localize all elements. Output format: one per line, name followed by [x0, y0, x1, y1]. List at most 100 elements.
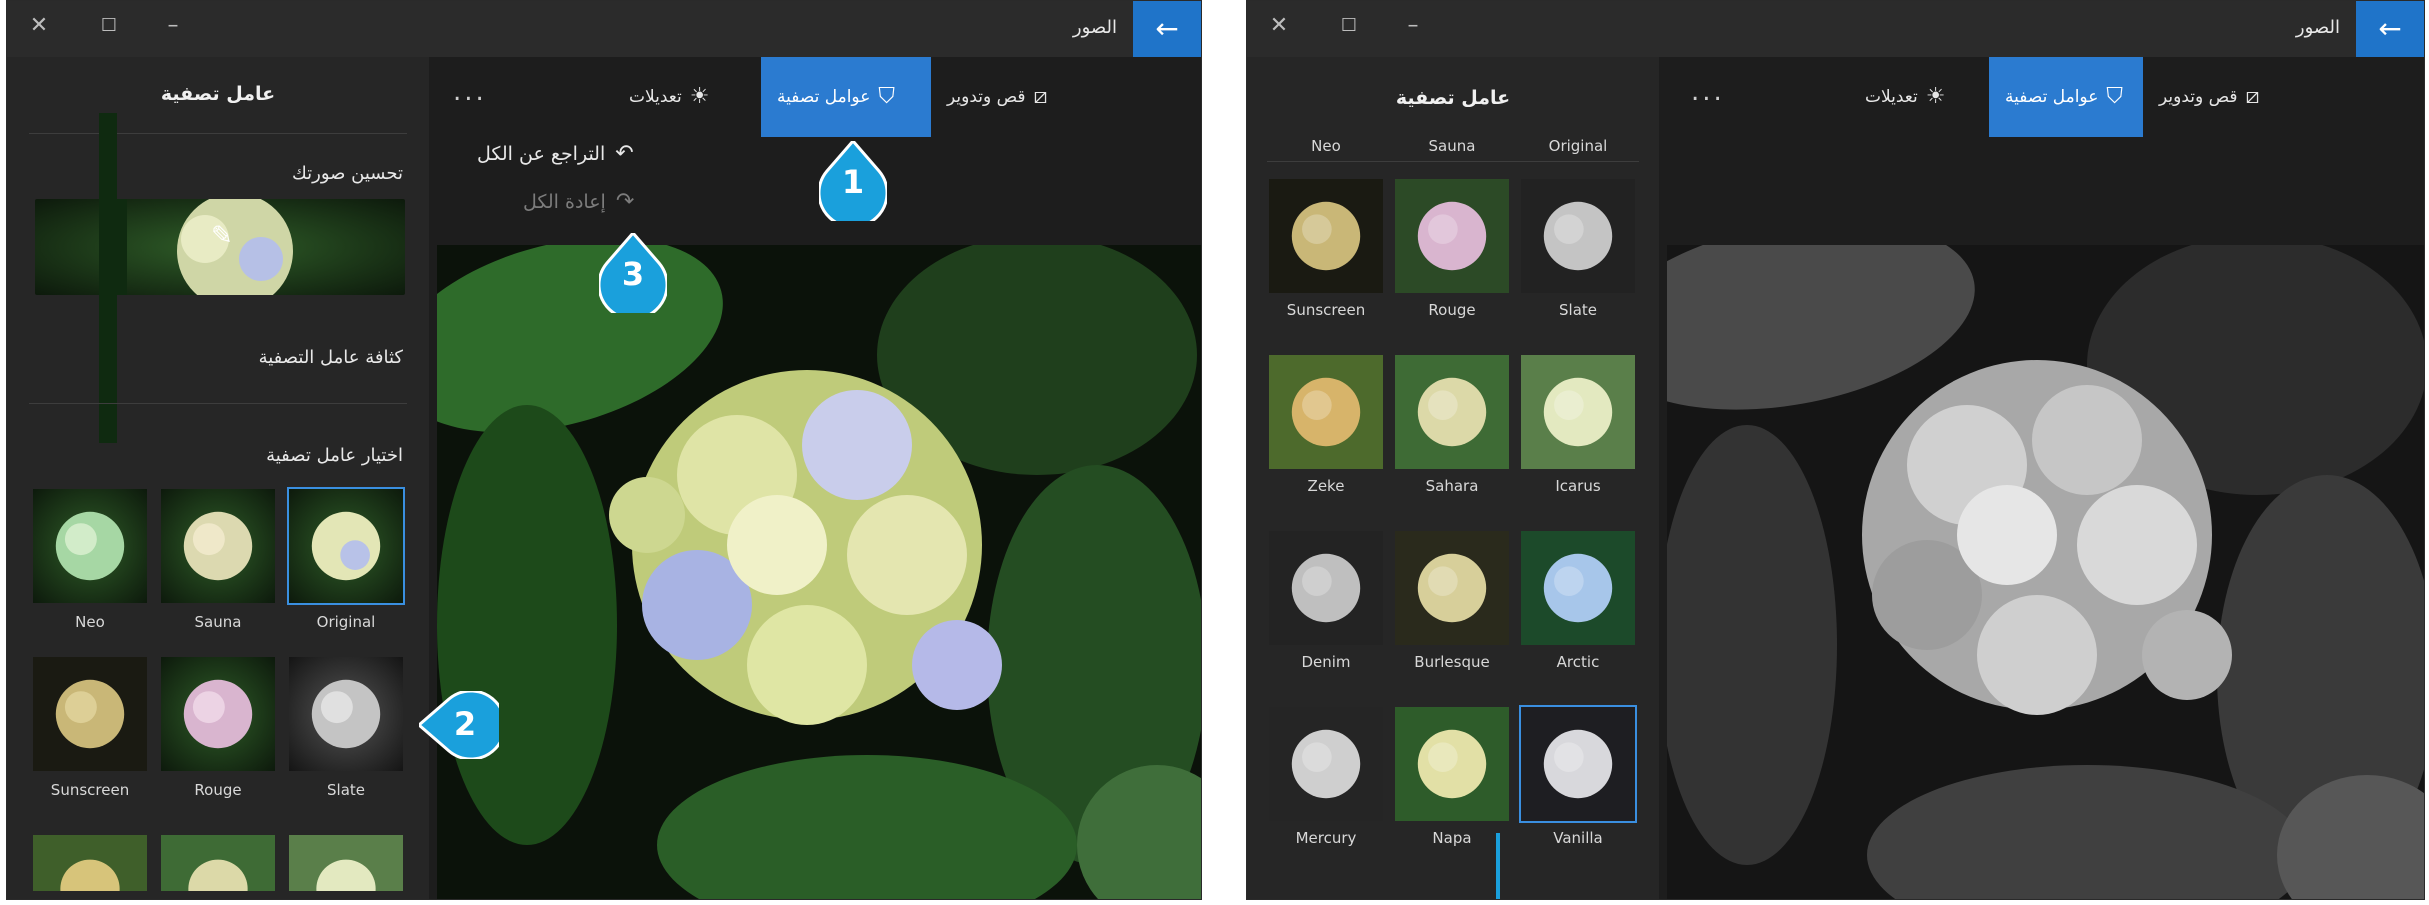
callout-2: 2	[419, 691, 499, 759]
back-button[interactable]: ←	[2356, 1, 2424, 57]
magic-wand-icon: ✎	[211, 221, 233, 251]
filters-tab[interactable]: عوامل تصفية ⛉	[1989, 57, 2143, 137]
filter-panel: عامل تصفية تحسين صورتك ✎ كثافة عامل التص…	[7, 57, 429, 899]
filter-thumb-napa[interactable]	[1393, 705, 1511, 823]
filters-tab-label: عوامل تصفية	[2005, 87, 2099, 107]
filter-thumb-neo[interactable]	[31, 487, 149, 605]
filter-thumb-icarus[interactable]	[1519, 353, 1637, 471]
maximize-icon[interactable]: ☐	[1333, 15, 1365, 36]
edit-toolbar: ... تعديلات ☀ عوامل تصفية ⛉ قص وتدوير ⧄	[429, 57, 1201, 137]
filter-thumb-slate[interactable]	[287, 655, 405, 773]
filter-caption: Neo	[75, 613, 105, 631]
minimize-icon[interactable]: –	[1397, 13, 1429, 38]
close-icon[interactable]: ✕	[23, 13, 55, 38]
filter-caption: Arctic	[1556, 653, 1600, 671]
filter-caption: Original	[1548, 137, 1608, 155]
filter-caption: Neo	[1311, 137, 1341, 155]
undo-all-button[interactable]: التراجع عن الكل ↶	[477, 141, 634, 166]
crop-rotate-tab[interactable]: قص وتدوير ⧄	[2143, 57, 2276, 137]
crop-tab-label: قص وتدوير	[947, 87, 1026, 107]
divider	[1267, 161, 1639, 162]
filter-thumb-mercury[interactable]	[1267, 705, 1385, 823]
filters-tab-label: عوامل تصفية	[777, 87, 871, 107]
filter-panel: عامل تصفية Neo Sauna Original Sunscreen R…	[1247, 57, 1659, 899]
photos-window-vanilla: ✕ ☐ – الصور ← عامل تصفية Neo Sauna Origi…	[1246, 0, 2425, 900]
intensity-slider-track[interactable]	[99, 113, 117, 443]
edit-toolbar: ... تعديلات ☀ عوامل تصفية ⛉ قص وتدوير ⧄	[1659, 57, 2424, 137]
filter-thumb-sahara[interactable]	[1393, 353, 1511, 471]
filter-thumb-original[interactable]	[287, 487, 405, 605]
filter-thumb-zeke[interactable]	[1267, 353, 1385, 471]
redo-all-button[interactable]: إعادة الكل ↷	[523, 189, 634, 214]
filter-thumb-sunscreen[interactable]	[31, 655, 149, 773]
divider	[29, 133, 407, 134]
filter-thumb-slate[interactable]	[1519, 177, 1637, 295]
filter-thumb-vanilla[interactable]	[1519, 705, 1637, 823]
crop-icon: ⧄	[1033, 84, 1048, 109]
adjust-tab[interactable]: تعديلات ☀	[613, 57, 725, 137]
filter-caption: Zeke	[1307, 477, 1345, 495]
more-button[interactable]: ...	[453, 77, 487, 107]
panel-title: عامل تصفية	[1395, 87, 1511, 109]
callout-number: 3	[621, 255, 645, 293]
filter-caption: Burlesque	[1414, 653, 1490, 671]
filter-caption: Sauna	[194, 613, 242, 631]
pointer-line	[1496, 833, 1500, 899]
title-bar: ✕ ☐ – الصور ←	[1247, 1, 2424, 57]
filter-thumb-rouge[interactable]	[1393, 177, 1511, 295]
filter-caption: Napa	[1432, 829, 1472, 847]
filter-thumb-rouge[interactable]	[159, 655, 277, 773]
filter-caption: Denim	[1301, 653, 1351, 671]
minimize-icon[interactable]: –	[157, 13, 189, 38]
close-icon[interactable]: ✕	[1263, 13, 1295, 38]
crop-tab-label: قص وتدوير	[2159, 87, 2238, 107]
divider	[29, 403, 407, 404]
sun-icon: ☀	[689, 84, 710, 109]
more-button[interactable]: ...	[1691, 77, 1725, 107]
undo-all-label: التراجع عن الكل	[477, 143, 606, 165]
filter-thumb-zeke[interactable]	[31, 833, 149, 893]
maximize-icon[interactable]: ☐	[93, 15, 125, 36]
filter-caption: Vanilla	[1553, 829, 1603, 847]
adjust-tab-label: تعديلات	[1865, 87, 1918, 107]
choose-filter-label: اختيار عامل تصفية	[266, 445, 403, 466]
photos-window-original: ✕ ☐ – الصور ← عامل تصفية تحسين صورتك ✎ ك…	[6, 0, 1202, 900]
filter-caption: Icarus	[1555, 477, 1601, 495]
back-arrow-icon: ←	[2378, 12, 2402, 45]
filter-caption: Original	[316, 613, 376, 631]
intensity-label: كثافة عامل التصفية	[258, 347, 403, 368]
photo-preview	[1667, 245, 2424, 899]
filter-icon: ⛉	[878, 84, 895, 109]
crop-icon: ⧄	[2245, 84, 2260, 109]
crop-rotate-tab[interactable]: قص وتدوير ⧄	[931, 57, 1064, 137]
filter-caption: Sahara	[1425, 477, 1479, 495]
filter-thumb-denim[interactable]	[1267, 529, 1385, 647]
back-button[interactable]: ←	[1133, 1, 1201, 57]
filter-caption: Rouge	[1428, 301, 1476, 319]
callout-number: 2	[453, 705, 477, 743]
callout-number: 1	[841, 163, 865, 201]
callout-1: 1	[819, 141, 887, 221]
filter-thumb-icarus[interactable]	[287, 833, 405, 893]
back-arrow-icon: ←	[1155, 12, 1179, 45]
filter-thumb-sunscreen[interactable]	[1267, 177, 1385, 295]
sun-icon: ☀	[1925, 84, 1946, 109]
panel-title: عامل تصفية	[160, 83, 276, 105]
filter-thumb-burlesque[interactable]	[1393, 529, 1511, 647]
adjust-tab-label: تعديلات	[629, 87, 682, 107]
filter-thumb-arctic[interactable]	[1519, 529, 1637, 647]
filter-caption: Sunscreen	[50, 781, 130, 799]
app-title: الصور	[1072, 17, 1117, 38]
filter-caption: Sauna	[1428, 137, 1476, 155]
redo-all-label: إعادة الكل	[523, 191, 606, 213]
filter-icon: ⛉	[2106, 84, 2123, 109]
filter-thumb-sahara[interactable]	[159, 833, 277, 893]
filter-caption: Slate	[327, 781, 365, 799]
filter-thumb-sauna[interactable]	[159, 487, 277, 605]
filter-caption: Mercury	[1295, 829, 1357, 847]
adjust-tab[interactable]: تعديلات ☀	[1849, 57, 1961, 137]
photo-preview	[437, 245, 1201, 899]
filter-caption: Rouge	[194, 781, 242, 799]
filters-tab[interactable]: عوامل تصفية ⛉	[761, 57, 931, 137]
enhance-toggle-image[interactable]: ✎	[35, 199, 405, 295]
